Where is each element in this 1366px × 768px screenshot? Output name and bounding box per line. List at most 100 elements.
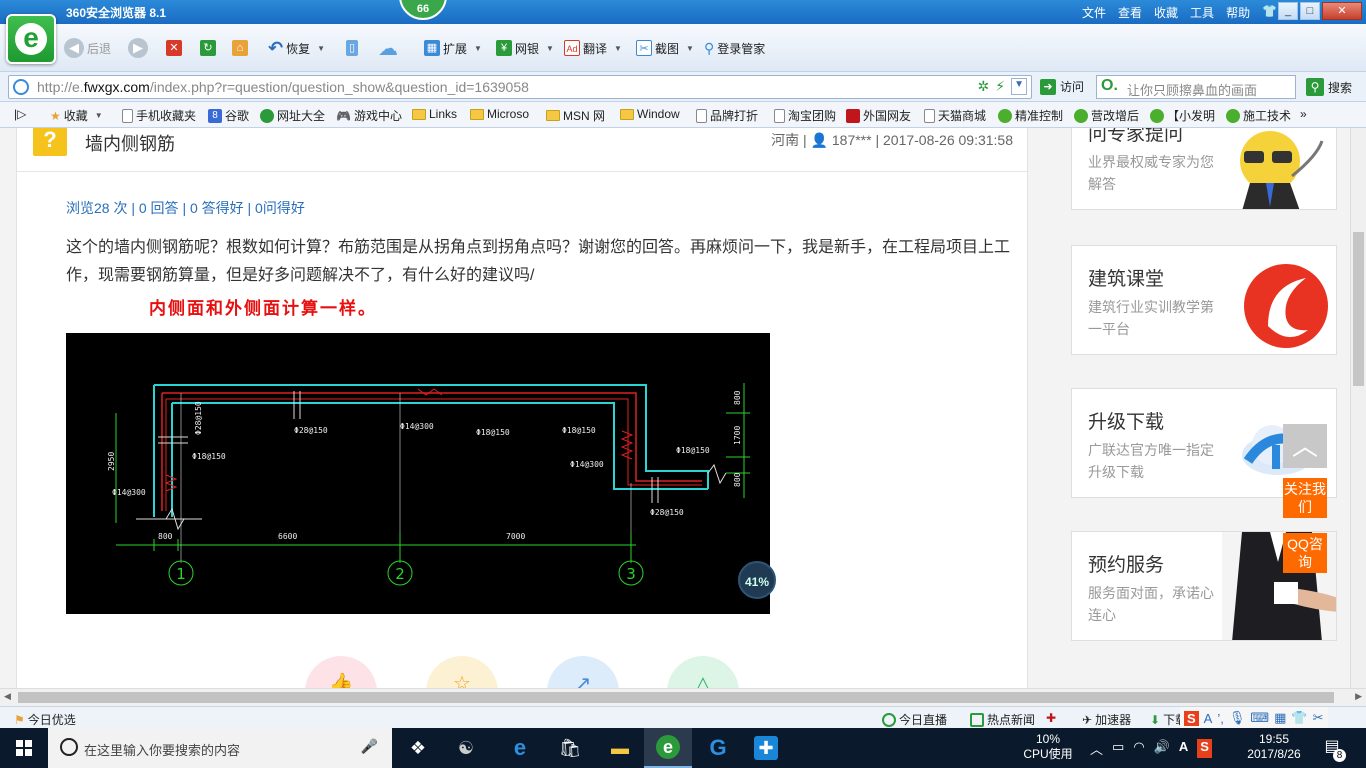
- fav-item[interactable]: 品牌打折: [696, 107, 758, 124]
- fav-item[interactable]: 网址大全: [260, 107, 325, 124]
- search-input[interactable]: O. 让你只顾擦鼻血的画面: [1096, 75, 1296, 99]
- forward-button[interactable]: ▶: [128, 36, 148, 60]
- ime-toolbar[interactable]: S A ’, 🎙 ⌨ ▦ 👕 ✂: [1180, 707, 1328, 729]
- security-score-badge[interactable]: 66: [399, 0, 447, 20]
- accelerator[interactable]: ✈ 加速器: [1082, 711, 1131, 728]
- fav-item[interactable]: 天猫商城: [924, 107, 986, 124]
- share-button[interactable]: ↗: [547, 656, 619, 688]
- taskbar-search[interactable]: 在这里输入你要搜索的内容 🎤: [48, 728, 392, 768]
- collect-button[interactable]: ☆: [426, 656, 498, 688]
- menu-tools[interactable]: 工具: [1190, 4, 1214, 21]
- microphone-icon[interactable]: 🎙: [1229, 710, 1246, 726]
- notification-center-button[interactable]: ▤ 8: [1320, 736, 1346, 762]
- task-view-button[interactable]: ❖: [394, 728, 442, 768]
- fav-item[interactable]: MSN 网: [546, 107, 605, 124]
- minimize-button[interactable]: _: [1278, 2, 1298, 20]
- menu-file[interactable]: 文件: [1082, 4, 1106, 21]
- plugin-button[interactable]: ✚: [1046, 711, 1056, 725]
- refresh-button[interactable]: ↻: [200, 36, 216, 60]
- back-to-top-button[interactable]: ︿: [1283, 424, 1327, 468]
- mobile-button[interactable]: ▯: [346, 36, 358, 60]
- chevron-up-icon[interactable]: ︿: [1090, 739, 1103, 758]
- taskbar-app-browser-alt[interactable]: ☯: [442, 728, 490, 768]
- grid-icon[interactable]: ▦: [1274, 710, 1286, 726]
- search-button[interactable]: ⚲ 搜索: [1306, 78, 1352, 96]
- taskbar-app-glodon[interactable]: G: [694, 728, 742, 768]
- sogou-tray-icon[interactable]: S: [1197, 739, 1212, 758]
- start-button[interactable]: [0, 728, 48, 768]
- fav-item[interactable]: 【小发明: [1150, 107, 1215, 124]
- maximize-button[interactable]: □: [1300, 2, 1320, 20]
- zoom-badge[interactable]: 41%: [738, 561, 776, 599]
- scroll-left-icon[interactable]: ◀: [4, 691, 11, 702]
- close-button[interactable]: ✕: [1322, 2, 1362, 20]
- browser-logo[interactable]: e: [6, 14, 56, 64]
- vertical-scrollbar[interactable]: [1350, 128, 1366, 688]
- fav-item[interactable]: Window: [620, 107, 680, 121]
- tools-icon[interactable]: ✂: [1313, 710, 1324, 726]
- fav-item[interactable]: ★ 收藏 ▼: [50, 107, 103, 124]
- home-button[interactable]: ⌂: [232, 36, 248, 60]
- taskbar-app-explorer[interactable]: ▬: [596, 728, 644, 768]
- scroll-right-icon[interactable]: ▶: [1355, 691, 1362, 702]
- menu-help[interactable]: 帮助: [1226, 4, 1250, 21]
- horizontal-scroll-thumb[interactable]: [18, 692, 1334, 703]
- cpu-usage[interactable]: 10% CPU使用: [1020, 732, 1076, 762]
- address-bar[interactable]: http://e.fwxgx.com/index.php?r=question/…: [8, 75, 1032, 99]
- fav-item[interactable]: 营改增后: [1074, 107, 1139, 124]
- today-picks[interactable]: ⚑ 今日优选: [14, 711, 76, 728]
- fav-item[interactable]: 施工技术: [1226, 107, 1291, 124]
- back-button[interactable]: ◀ 后退: [64, 36, 111, 60]
- clock[interactable]: 19:55 2017/8/26: [1240, 732, 1308, 762]
- menu-favorites[interactable]: 收藏: [1154, 4, 1178, 21]
- login-manager-button[interactable]: ⚲ 登录管家: [704, 36, 765, 60]
- vertical-scroll-thumb[interactable]: [1353, 232, 1364, 386]
- report-button[interactable]: △: [667, 656, 739, 688]
- wifi-icon[interactable]: ◠: [1133, 739, 1144, 758]
- sogou-s-icon[interactable]: S: [1184, 710, 1199, 726]
- qq-consult-button[interactable]: QQ咨询: [1283, 533, 1327, 573]
- microphone-icon[interactable]: 🎤: [361, 738, 378, 755]
- fav-item[interactable]: 外国网友: [846, 107, 911, 124]
- dropdown-icon[interactable]: ▼: [1011, 78, 1027, 95]
- stop-button[interactable]: ✕: [166, 36, 182, 60]
- screenshot-button[interactable]: ✂ 截图 ▼: [636, 36, 694, 60]
- question-stats[interactable]: 浏览28 次 | 0 回答 | 0 答得好 | 0问得好: [66, 198, 305, 218]
- like-button[interactable]: 👍: [305, 656, 377, 688]
- translate-button[interactable]: Ad 翻译 ▼: [564, 36, 622, 60]
- bank-button[interactable]: ¥ 网银 ▼: [496, 36, 554, 60]
- taskbar-app-360-browser[interactable]: e: [644, 728, 692, 768]
- extend-button[interactable]: ▦ 扩展 ▼: [424, 36, 482, 60]
- fav-item[interactable]: 手机收藏夹: [122, 107, 196, 124]
- card-classroom[interactable]: 建筑课堂 建筑行业实训教学第一平台: [1071, 245, 1337, 355]
- horizontal-scrollbar[interactable]: ◀ ▶: [0, 688, 1366, 706]
- search-engine-icon[interactable]: O.: [1101, 77, 1118, 95]
- shirt-icon[interactable]: 👕: [1262, 4, 1277, 21]
- taskbar-app-edge[interactable]: e: [496, 728, 544, 768]
- taskbar-app-tool[interactable]: ✚: [742, 728, 790, 768]
- fav-item[interactable]: Links: [412, 107, 457, 121]
- fav-item[interactable]: 精准控制: [998, 107, 1063, 124]
- network-device-icon[interactable]: ▭: [1112, 739, 1124, 758]
- taskbar-app-store[interactable]: 🛍: [546, 728, 594, 768]
- volume-icon[interactable]: 🔊: [1154, 739, 1170, 758]
- favbar-more[interactable]: »: [1300, 107, 1307, 121]
- menu-view[interactable]: 查看: [1118, 4, 1142, 21]
- favbar-toggle[interactable]: |▷: [14, 107, 26, 121]
- keyboard-icon[interactable]: ⌨: [1250, 710, 1269, 726]
- visit-button[interactable]: ➜ 访问: [1040, 78, 1084, 95]
- follow-us-button[interactable]: 关注我们: [1283, 478, 1327, 518]
- lightning-icon[interactable]: ⚡: [995, 78, 1005, 95]
- ime-mode-icon[interactable]: A: [1179, 739, 1188, 758]
- cad-drawing[interactable]: Φ28@150 Φ28@150 Φ18@150 Φ14@300 Φ14@300 …: [66, 333, 770, 614]
- restore-button[interactable]: ↶ 恢复 ▼: [268, 36, 325, 60]
- ime-punct-icon[interactable]: ’,: [1217, 711, 1224, 726]
- today-live[interactable]: 今日直播: [882, 711, 947, 728]
- cloud-button[interactable]: ☁: [378, 36, 398, 60]
- fav-item[interactable]: 淘宝团购: [774, 107, 836, 124]
- hot-news[interactable]: 热点新闻: [970, 711, 1035, 728]
- fav-item[interactable]: Microso: [470, 107, 529, 121]
- fav-item[interactable]: 8 谷歌: [208, 107, 249, 124]
- fav-item[interactable]: 🎮 游戏中心: [336, 107, 402, 124]
- ime-letter-icon[interactable]: A: [1204, 711, 1213, 726]
